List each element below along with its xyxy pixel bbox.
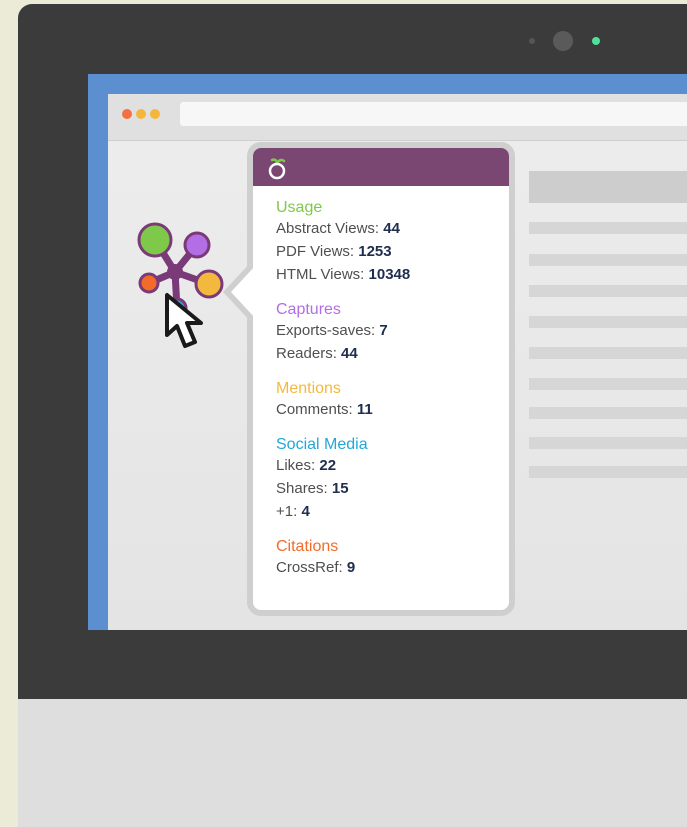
- metric-label: PDF Views:: [276, 243, 359, 260]
- content-placeholder-line: [529, 378, 687, 390]
- maximize-window-button[interactable]: [150, 109, 160, 119]
- captures-title: Captures: [276, 301, 341, 318]
- minimize-window-button[interactable]: [136, 109, 146, 119]
- browser-toolbar: [108, 94, 687, 141]
- social-media-section: Social Media Likes: 22 Shares: 15 +1: 4: [276, 435, 496, 523]
- metrics-popup: Usage Abstract Views: 44 PDF Views: 1253…: [223, 142, 515, 616]
- citations-title: Citations: [276, 538, 339, 555]
- popup-header: [253, 148, 509, 186]
- crossref-metric: CrossRef: 9: [276, 556, 496, 579]
- metric-value: 44: [341, 345, 358, 362]
- metric-label: Shares:: [276, 480, 332, 497]
- sensor-dot: [529, 38, 535, 44]
- metric-value: 7: [379, 322, 388, 339]
- mentions-title: Mentions: [276, 380, 341, 397]
- readers-metric: Readers: 44: [276, 342, 496, 365]
- metric-value: 44: [383, 220, 400, 237]
- abstract-views-metric: Abstract Views: 44: [276, 217, 496, 240]
- metric-value: 10348: [368, 266, 411, 283]
- content-placeholder-line: [529, 347, 687, 359]
- metric-label: CrossRef:: [276, 559, 347, 576]
- metric-label: Likes:: [276, 457, 320, 474]
- metric-label: +1:: [276, 503, 302, 520]
- address-bar[interactable]: [180, 102, 687, 126]
- metric-label: HTML Views:: [276, 266, 369, 283]
- exports-saves-metric: Exports-saves: 7: [276, 319, 496, 342]
- metric-label: Abstract Views:: [276, 220, 384, 237]
- pointer-cursor-icon: [165, 293, 203, 348]
- html-views-metric: HTML Views: 10348: [276, 263, 496, 286]
- content-placeholder-line: [529, 222, 687, 234]
- shares-metric: Shares: 15: [276, 477, 496, 500]
- metric-value: 15: [331, 480, 349, 497]
- metric-value: 9: [346, 559, 356, 576]
- content-placeholder-line: [529, 285, 687, 297]
- likes-metric: Likes: 22: [276, 454, 496, 477]
- usage-title: Usage: [276, 199, 323, 216]
- popup-pointer-inner: [231, 266, 255, 318]
- metric-label: Exports-saves:: [276, 322, 380, 339]
- content-placeholder-line: [529, 437, 687, 449]
- metric-value: 1253: [358, 243, 392, 260]
- metric-value: 4: [301, 503, 310, 520]
- comments-metric: Comments: 11: [276, 398, 496, 421]
- metric-value: 11: [356, 401, 373, 418]
- camera-icon: [553, 31, 573, 51]
- power-light: [592, 37, 600, 45]
- plumx-logo-icon: [268, 158, 286, 180]
- usage-section: Usage Abstract Views: 44 PDF Views: 1253…: [276, 198, 496, 286]
- citations-section: Citations CrossRef: 9: [276, 537, 496, 579]
- pdf-views-metric: PDF Views: 1253: [276, 240, 496, 263]
- metric-label: Comments:: [276, 401, 357, 418]
- content-placeholder: [529, 171, 687, 203]
- social-media-title: Social Media: [276, 436, 368, 453]
- close-window-button[interactable]: [122, 109, 132, 119]
- popup-body: Usage Abstract Views: 44 PDF Views: 1253…: [276, 198, 496, 593]
- content-placeholder-line: [529, 466, 687, 478]
- captures-section: Captures Exports-saves: 7 Readers: 44: [276, 300, 496, 365]
- content-placeholder-line: [529, 407, 687, 419]
- content-placeholder-line: [529, 316, 687, 328]
- plus-one-metric: +1: 4: [276, 500, 496, 523]
- content-placeholder-line: [529, 254, 687, 266]
- metric-label: Readers:: [276, 345, 342, 362]
- mentions-section: Mentions Comments: 11: [276, 379, 496, 421]
- monitor-chin: [18, 699, 687, 827]
- metric-value: 22: [319, 457, 337, 474]
